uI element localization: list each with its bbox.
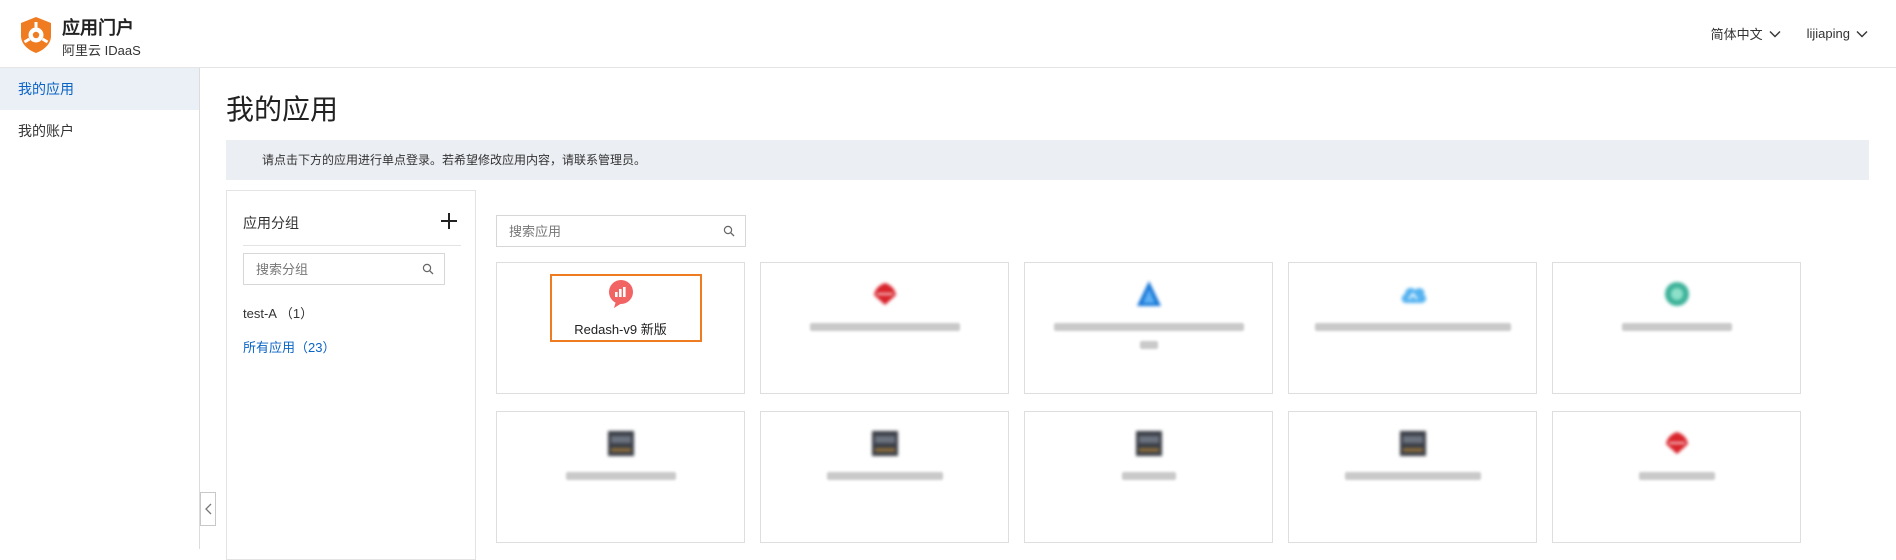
sidebar-item-my-account[interactable]: 我的账户 bbox=[0, 110, 199, 152]
blurred-app-name bbox=[809, 323, 960, 331]
top-header: 应用门户 阿里云 IDaaS 简体中文 lijiaping bbox=[0, 0, 1896, 68]
blurred-app-name bbox=[1121, 472, 1176, 480]
terminal-icon bbox=[871, 431, 898, 456]
group-item-all-apps[interactable]: 所有应用（23） bbox=[243, 337, 335, 356]
blurred-app-name bbox=[1638, 472, 1715, 480]
terminal-icon bbox=[1399, 431, 1426, 456]
blurred-app-name bbox=[1139, 341, 1158, 349]
chevron-down-icon bbox=[1769, 30, 1781, 37]
app-name: Redash-v9 新版 bbox=[574, 322, 667, 337]
group-search-input[interactable] bbox=[256, 261, 407, 277]
cloud-icon bbox=[1401, 287, 1426, 303]
add-group-plus-icon[interactable] bbox=[439, 211, 459, 231]
app-card[interactable] bbox=[496, 411, 745, 543]
azure-icon bbox=[1136, 281, 1161, 306]
language-dropdown[interactable]: 简体中文 bbox=[1711, 24, 1781, 43]
app-group-panel: 应用分组 test-A （1） 所有应用（23） bbox=[226, 190, 476, 560]
username-label: lijiaping bbox=[1806, 26, 1850, 41]
app-card[interactable] bbox=[760, 411, 1009, 543]
group-panel-title: 应用分组 bbox=[243, 215, 299, 231]
sidebar: 我的应用 我的账户 bbox=[0, 68, 200, 549]
sidebar-collapse-button[interactable] bbox=[200, 492, 216, 526]
gem-icon bbox=[1664, 282, 1689, 306]
huawei-icon bbox=[1665, 432, 1688, 454]
chevron-down-icon bbox=[1856, 30, 1868, 37]
app-card[interactable] bbox=[1024, 411, 1273, 543]
app-card[interactable] bbox=[1288, 262, 1537, 394]
user-menu[interactable]: lijiaping bbox=[1807, 26, 1868, 41]
search-icon[interactable] bbox=[723, 225, 735, 237]
search-icon[interactable] bbox=[422, 263, 434, 275]
blurred-app-name bbox=[1053, 323, 1244, 331]
blurred-app-name bbox=[1344, 472, 1481, 480]
blurred-app-name bbox=[1314, 323, 1511, 331]
group-item-test-a[interactable]: test-A （1） bbox=[243, 303, 313, 322]
portal-subtitle: 阿里云 IDaaS bbox=[62, 43, 141, 58]
app-card-redash[interactable]: Redash-v9 新版 bbox=[496, 262, 745, 394]
chevron-left-icon bbox=[204, 503, 211, 515]
terminal-icon bbox=[607, 431, 634, 456]
app-card[interactable] bbox=[1024, 262, 1273, 394]
idaas-logo-icon bbox=[21, 17, 51, 53]
blurred-app-name bbox=[826, 472, 943, 480]
app-card[interactable] bbox=[1552, 262, 1801, 394]
portal-title: 应用门户 bbox=[62, 18, 134, 38]
page-title: 我的应用 bbox=[226, 94, 339, 125]
app-search-box bbox=[496, 215, 746, 247]
divider bbox=[243, 245, 461, 246]
app-card[interactable] bbox=[1552, 411, 1801, 543]
sidebar-item-my-apps[interactable]: 我的应用 bbox=[0, 68, 199, 110]
blurred-app-name bbox=[1621, 323, 1732, 331]
terminal-icon bbox=[1135, 431, 1162, 456]
blurred-app-name bbox=[565, 472, 676, 480]
app-card[interactable] bbox=[760, 262, 1009, 394]
redash-chart-bubble-icon bbox=[608, 280, 633, 308]
huawei-icon bbox=[873, 283, 896, 305]
app-search-input[interactable] bbox=[509, 223, 698, 239]
group-search-box bbox=[243, 253, 445, 285]
notice-banner: 请点击下方的应用进行单点登录。若希望修改应用内容，请联系管理员。 bbox=[226, 140, 1869, 180]
language-label: 简体中文 bbox=[1710, 27, 1763, 42]
app-card[interactable] bbox=[1288, 411, 1537, 543]
